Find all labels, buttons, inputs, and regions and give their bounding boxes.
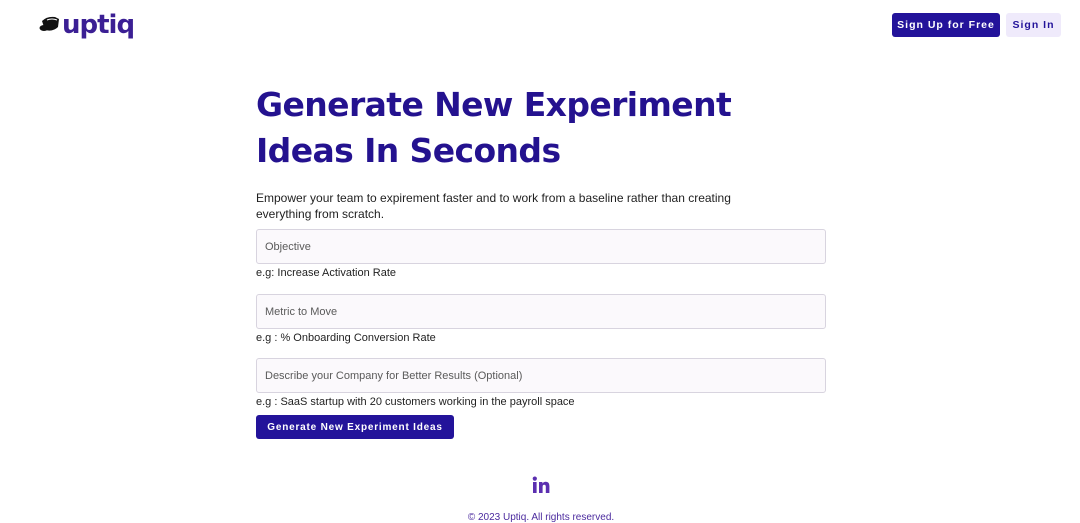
generate-ideas-button[interactable]: Generate New Experiment Ideas [256, 415, 454, 439]
logo-mark-icon [39, 16, 59, 31]
logo-text: uptiq [62, 10, 135, 40]
metric-input[interactable] [256, 294, 826, 329]
page-title: Generate New Experiment Ideas In Seconds [256, 85, 732, 170]
company-description-hint: e.g : SaaS startup with 20 customers wor… [256, 396, 575, 408]
page-subtitle: Empower your team to expirement faster a… [256, 191, 731, 221]
linkedin-icon[interactable] [532, 476, 550, 494]
hero-section: Generate New Experiment Ideas In Seconds… [256, 82, 836, 222]
objective-input[interactable] [256, 229, 826, 264]
sign-in-button[interactable]: Sign In [1006, 13, 1061, 37]
site-header: uptiq Sign Up for Free Sign In [0, 0, 1080, 52]
objective-hint: e.g: Increase Activation Rate [256, 267, 397, 279]
logo[interactable]: uptiq [39, 10, 135, 40]
metric-hint: e.g : % Onboarding Conversion Rate [256, 332, 436, 344]
company-description-input[interactable] [256, 358, 826, 393]
footer-copyright: © 2023 Uptiq. All rights reserved. [467, 512, 615, 523]
sign-up-button[interactable]: Sign Up for Free [892, 13, 1000, 37]
